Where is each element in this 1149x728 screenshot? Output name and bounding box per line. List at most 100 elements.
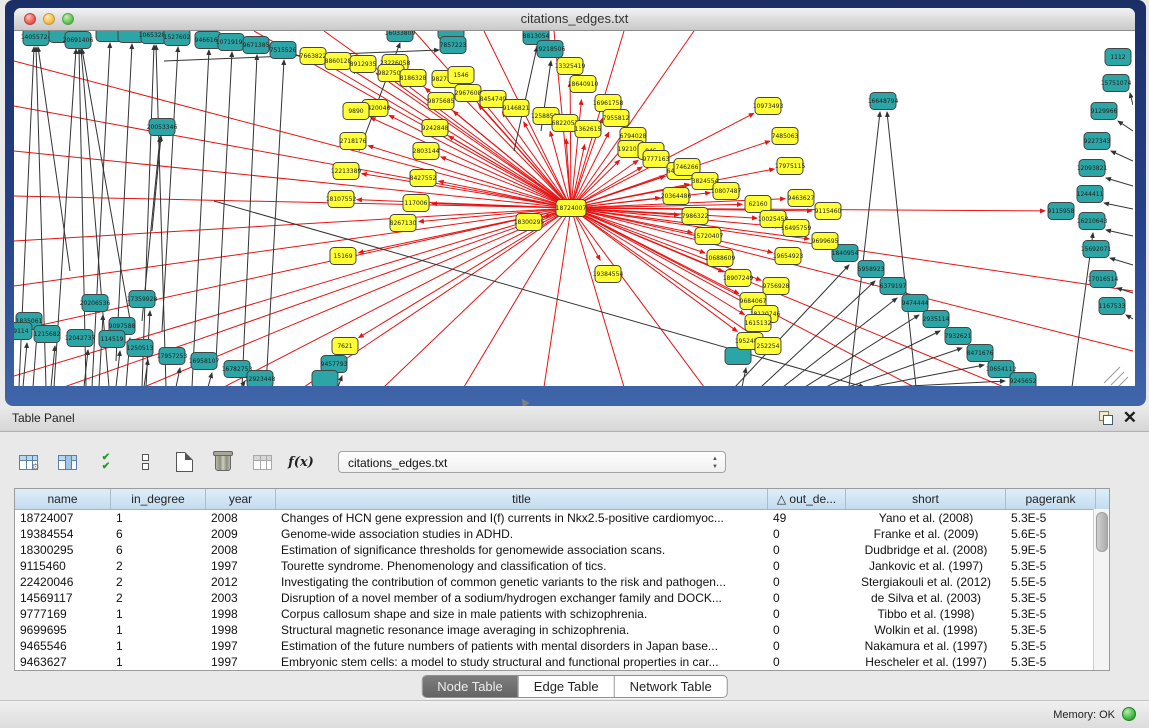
graph-node[interactable]: 16495759 [781, 220, 812, 237]
tab-network-table[interactable]: Network Table [614, 676, 727, 697]
graph-node[interactable]: 14055724 [21, 31, 52, 46]
tab-node-table[interactable]: Node Table [422, 676, 518, 697]
graph-node[interactable]: 15169 [330, 248, 356, 265]
graph-node[interactable]: 16961758 [593, 95, 624, 112]
graph-node[interactable]: 2803144 [413, 143, 440, 160]
graph-node[interactable]: 9777163 [643, 151, 670, 168]
graph-node[interactable]: 1546 [448, 67, 474, 84]
column-header-name[interactable]: name [15, 489, 111, 509]
graph-node[interactable]: 6379197 [880, 278, 907, 295]
network-window-titlebar[interactable]: citations_edges.txt [14, 8, 1135, 31]
column-header-year[interactable]: year [206, 489, 276, 509]
zoom-traffic-light[interactable] [62, 13, 74, 25]
table-row[interactable]: 1938455462009Genome-wide association stu… [15, 526, 1109, 542]
table-select-dropdown[interactable]: citations_edges.txt ▲▼ [338, 451, 726, 473]
tab-edge-table[interactable]: Edge Table [518, 676, 614, 697]
graph-node[interactable]: 8186328 [400, 70, 427, 87]
graph-node[interactable]: 2967608 [455, 85, 482, 102]
graph-node[interactable]: 15692071 [1081, 241, 1112, 258]
close-traffic-light[interactable] [24, 13, 36, 25]
graph-node[interactable]: 17957253 [157, 348, 188, 365]
graph-node[interactable]: 10973493 [753, 98, 784, 115]
graph-node[interactable]: 20691406 [63, 32, 94, 49]
graph-node[interactable]: 1362615 [575, 121, 602, 138]
graph-node[interactable]: 18640910 [568, 76, 599, 93]
graph-node[interactable]: 117006 [403, 195, 429, 212]
show-columns-button[interactable] [53, 447, 81, 477]
graph-node[interactable]: 13325419 [555, 58, 586, 75]
table-settings-button[interactable]: ⚙ [14, 447, 42, 477]
graph-node[interactable]: 9890 [343, 103, 369, 120]
graph-node[interactable]: 1244411 [1077, 186, 1104, 203]
minimize-traffic-light[interactable] [43, 13, 55, 25]
column-header-out-de-[interactable]: △ out_de... [768, 489, 846, 509]
graph-node[interactable]: 2718176 [340, 133, 367, 150]
graph-node[interactable]: 7515526 [270, 42, 297, 59]
graph-node[interactable]: 9671385 [243, 37, 270, 54]
graph-node[interactable]: 252254 [755, 338, 781, 355]
table-row[interactable]: 911546021997Tourette syndrome. Phenomeno… [15, 558, 1109, 574]
graph-node[interactable]: 15720407 [693, 228, 724, 245]
graph-node[interactable]: 20364486 [661, 188, 692, 205]
graph-node[interactable]: 8471676 [967, 345, 994, 362]
delete-table-button[interactable] [209, 447, 237, 477]
table-row[interactable]: 969969511998Structural magnetic resonanc… [15, 622, 1109, 638]
graph-node[interactable]: 8860128 [325, 53, 352, 70]
graph-node[interactable]: 1215682 [34, 326, 61, 343]
graph-node[interactable]: 5958923 [858, 261, 885, 278]
close-panel-icon[interactable]: ✕ [1123, 407, 1137, 429]
table-row[interactable]: 1872400712008Changes of HCN gene express… [15, 510, 1109, 526]
graph-node[interactable]: 18300295 [514, 214, 545, 231]
graph-node[interactable]: 9227343 [1084, 133, 1111, 150]
graph-node[interactable]: 19218506 [535, 41, 566, 58]
graph-node[interactable]: 12923448 [245, 371, 276, 387]
graph-node[interactable]: 1250513 [127, 340, 154, 357]
column-header-title[interactable]: title [276, 489, 768, 509]
graph-node[interactable]: 9463627 [788, 190, 815, 207]
graph-node[interactable]: 9242848 [422, 120, 449, 137]
graph-node[interactable]: 1167533 [1099, 298, 1126, 315]
graph-node[interactable]: 8912935 [350, 56, 377, 73]
column-header-pagerank[interactable]: pagerank [1006, 489, 1096, 509]
table-row[interactable]: 946554611997Estimation of the future num… [15, 638, 1109, 654]
scrollbar-thumb[interactable] [1096, 512, 1108, 552]
create-table-button[interactable] [170, 447, 198, 477]
node-table[interactable]: namein_degreeyeartitle△ out_de...shortpa… [14, 488, 1110, 671]
graph-node[interactable]: 8427552 [410, 170, 437, 187]
graph-node[interactable]: 9457793 [321, 356, 348, 373]
row-height-button[interactable] [131, 447, 159, 477]
graph-node[interactable] [725, 348, 751, 365]
graph-node[interactable]: 17975115 [775, 158, 806, 175]
graph-node[interactable]: 1112 [1105, 49, 1131, 66]
graph-node[interactable]: 10807487 [711, 183, 742, 200]
graph-node[interactable]: 18907249 [723, 270, 754, 287]
graph-node[interactable]: 9756928 [763, 278, 790, 295]
graph-node[interactable]: 7485063 [772, 128, 799, 145]
graph-node[interactable]: 18724007 [556, 200, 587, 217]
graph-node[interactable]: 10688609 [705, 250, 736, 267]
graph-node[interactable]: 7932621 [945, 328, 972, 345]
graph-node[interactable]: 16210643 [1077, 213, 1108, 230]
table-row[interactable]: 1456911722003Disruption of a novel membe… [15, 590, 1109, 606]
network-window[interactable]: citations_edges.txt 18724007 14055724 2069… [14, 8, 1135, 386]
graph-node[interactable]: 9129966 [1091, 103, 1118, 120]
graph-node[interactable]: 39114 [14, 323, 32, 340]
graph-node[interactable]: 2935114 [923, 311, 950, 328]
graph-node[interactable]: 16033809 [385, 31, 416, 42]
table-row[interactable]: 946362711997Embryonic stem cells: a mode… [15, 654, 1109, 670]
graph-node[interactable]: 20053346 [147, 119, 178, 136]
graph-node[interactable]: 17359928 [127, 291, 158, 308]
network-canvas[interactable]: 1872400714055724206914061065328715276029… [14, 31, 1133, 386]
graph-node[interactable]: 16648794 [868, 93, 899, 110]
graph-node[interactable]: 7857223 [440, 37, 467, 54]
graph-node[interactable]: 9146821 [503, 100, 530, 117]
graph-node[interactable]: 7621 [332, 338, 358, 355]
graph-node[interactable]: 7986322 [682, 208, 709, 225]
apply-function-button[interactable]: f(x) [287, 447, 315, 477]
graph-node[interactable]: 9474444 [902, 295, 929, 312]
graph-node[interactable]: 15751074 [1101, 75, 1132, 92]
graph-node[interactable]: 20206536 [80, 295, 111, 312]
graph-node[interactable]: 9115958 [1048, 203, 1075, 220]
graph-node[interactable]: 12093821 [1077, 160, 1108, 177]
float-panel-icon[interactable] [1099, 411, 1113, 425]
